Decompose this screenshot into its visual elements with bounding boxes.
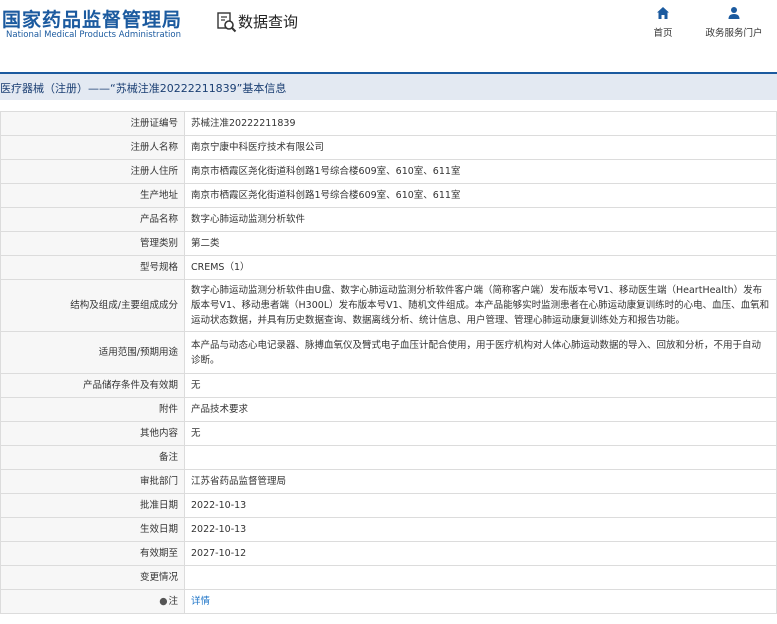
table-row: 结构及组成/主要组成成分 数字心肺运动监测分析软件由U盘、数字心肺运动监测分析软… — [0, 279, 777, 332]
table-row: 生效日期 2022-10-13 — [0, 517, 777, 542]
table-row: 审批部门 江苏省药品监督管理局 — [0, 469, 777, 494]
registration-info-table: 注册证编号 苏械注准20222211839 注册人名称 南京宁康中科医疗技术有限… — [0, 111, 777, 614]
note-value: 详情 — [184, 589, 777, 614]
note-label-text: 注 — [168, 596, 178, 607]
field-label: 生效日期 — [0, 517, 185, 542]
field-label: 结构及组成/主要组成成分 — [0, 279, 185, 332]
nav-service-portal[interactable]: 政务服务门户 — [700, 6, 768, 39]
user-icon — [728, 7, 740, 19]
field-value: 南京市栖霞区尧化街道科创路1号综合楼609室、610室、611室 — [184, 183, 777, 208]
table-row: 生产地址 南京市栖霞区尧化街道科创路1号综合楼609室、610室、611室 — [0, 183, 777, 208]
field-value: 南京市栖霞区尧化街道科创路1号综合楼609室、610室、611室 — [184, 159, 777, 184]
field-value: 2022-10-13 — [184, 493, 777, 518]
field-label: 注册人名称 — [0, 135, 185, 160]
field-value: 无 — [184, 373, 777, 398]
breadcrumb-bar: 医疗器械（注册）——“苏械注准20222211839”基本信息 — [0, 72, 777, 100]
field-label: 适用范围/预期用途 — [0, 331, 185, 374]
field-label: 有效期至 — [0, 541, 185, 566]
field-label: 审批部门 — [0, 469, 185, 494]
field-label: 注册人住所 — [0, 159, 185, 184]
table-row: 其他内容 无 — [0, 421, 777, 446]
field-value: 无 — [184, 421, 777, 446]
field-value: 数字心肺运动监测分析软件由U盘、数字心肺运动监测分析软件客户端（简称客户端）发布… — [184, 279, 777, 332]
table-row: 附件 产品技术要求 — [0, 397, 777, 422]
note-label: ●注 — [0, 589, 185, 614]
field-label: 管理类别 — [0, 231, 185, 256]
field-label: 型号规格 — [0, 255, 185, 280]
field-value — [184, 565, 777, 590]
field-label: 变更情况 — [0, 565, 185, 590]
field-value: 南京宁康中科医疗技术有限公司 — [184, 135, 777, 160]
field-label: 批准日期 — [0, 493, 185, 518]
table-row: 管理类别 第二类 — [0, 231, 777, 256]
field-label: 注册证编号 — [0, 111, 185, 136]
field-label: 备注 — [0, 445, 185, 470]
field-label: 产品储存条件及有效期 — [0, 373, 185, 398]
logo-title-en: National Medical Products Administration — [6, 30, 181, 40]
table-row: 批准日期 2022-10-13 — [0, 493, 777, 518]
details-link[interactable]: 详情 — [191, 596, 210, 607]
field-value: 产品技术要求 — [184, 397, 777, 422]
breadcrumb: 医疗器械（注册）——“苏械注准20222211839”基本信息 — [0, 82, 287, 95]
field-value: CREMS（1） — [184, 255, 777, 280]
field-value — [184, 445, 777, 470]
field-label: 生产地址 — [0, 183, 185, 208]
field-value: 苏械注准20222211839 — [184, 111, 777, 136]
table-row: 产品储存条件及有效期 无 — [0, 373, 777, 398]
section-title: 数据查询 — [238, 13, 299, 31]
table-row: 型号规格 CREMS（1） — [0, 255, 777, 280]
field-label: 产品名称 — [0, 207, 185, 232]
field-value: 2027-10-12 — [184, 541, 777, 566]
data-query-icon — [217, 12, 237, 33]
nav-home-label: 首页 — [653, 28, 673, 39]
field-value: 本产品与动态心电记录器、脉搏血氧仪及臂式电子血压计配合使用，用于医疗机构对人体心… — [184, 331, 777, 374]
field-value: 数字心肺运动监测分析软件 — [184, 207, 777, 232]
home-icon — [657, 7, 669, 19]
logo-title-cn[interactable]: 国家药品监督管理局 — [2, 5, 182, 32]
table-row: 注册人住所 南京市栖霞区尧化街道科创路1号综合楼609室、610室、611室 — [0, 159, 777, 184]
field-value: 2022-10-13 — [184, 517, 777, 542]
field-label: 附件 — [0, 397, 185, 422]
site-header: 国家药品监督管理局 National Medical Products Admi… — [0, 0, 777, 56]
table-row: 变更情况 — [0, 565, 777, 590]
field-value: 江苏省药品监督管理局 — [184, 469, 777, 494]
table-row: 适用范围/预期用途 本产品与动态心电记录器、脉搏血氧仪及臂式电子血压计配合使用，… — [0, 331, 777, 374]
table-row: 注册人名称 南京宁康中科医疗技术有限公司 — [0, 135, 777, 160]
table-row: ●注 详情 — [0, 589, 777, 614]
note-pin-icon: ● — [159, 596, 168, 607]
table-row: 有效期至 2027-10-12 — [0, 541, 777, 566]
field-value: 第二类 — [184, 231, 777, 256]
nav-home[interactable]: 首页 — [645, 6, 681, 39]
table-row: 注册证编号 苏械注准20222211839 — [0, 111, 777, 136]
field-label: 其他内容 — [0, 421, 185, 446]
nav-service-portal-label: 政务服务门户 — [705, 28, 763, 39]
table-row: 备注 — [0, 445, 777, 470]
table-row: 产品名称 数字心肺运动监测分析软件 — [0, 207, 777, 232]
